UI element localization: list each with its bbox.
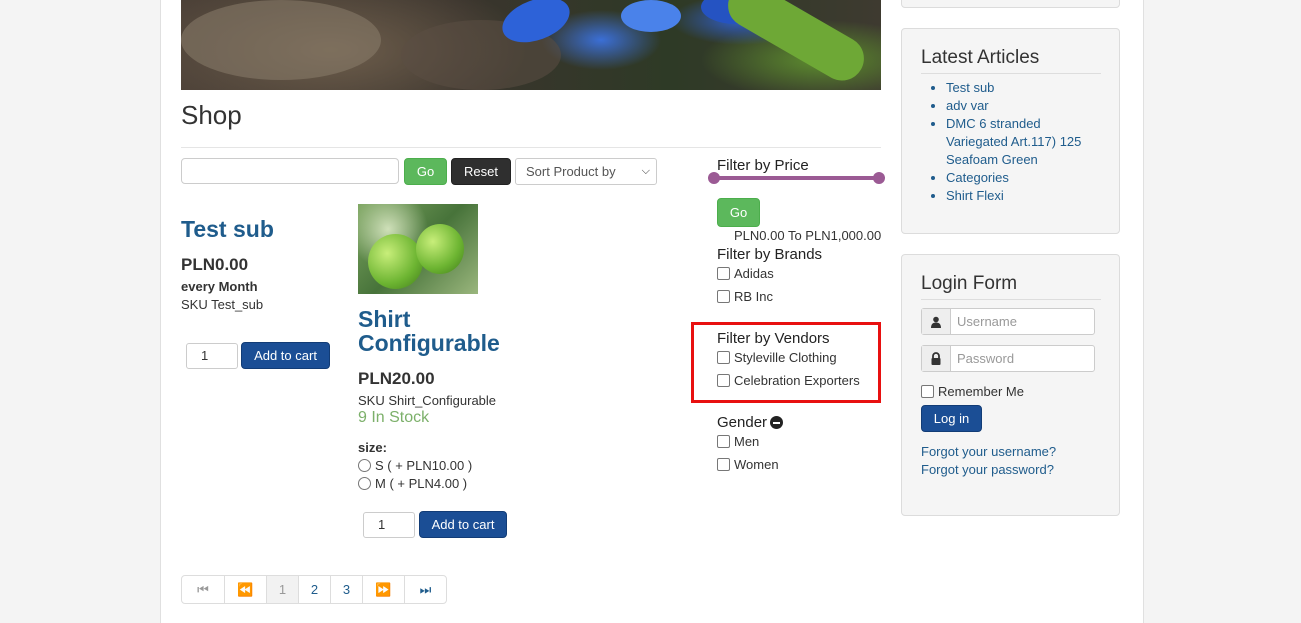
last-page-icon[interactable]: ⏭ [404, 576, 446, 603]
search-go-button[interactable]: Go [404, 158, 447, 185]
page-link-2[interactable]: 2 [298, 576, 330, 603]
forgot-password-link[interactable]: Forgot your password? [921, 462, 1054, 477]
price-range-slider[interactable] [708, 172, 885, 184]
remember-me[interactable]: Remember Me [921, 384, 1024, 399]
checkbox[interactable] [717, 351, 730, 364]
brand-filter-adidas[interactable]: Adidas [717, 266, 774, 281]
article-link[interactable]: Categories [946, 169, 1106, 187]
product-title[interactable]: Test sub [181, 217, 274, 241]
reset-button[interactable]: Reset [451, 158, 511, 185]
quantity-input[interactable]: 1 [186, 343, 238, 369]
size-option-s[interactable]: S ( + PLN10.00 ) [358, 458, 472, 473]
gender-heading-text: Gender [717, 414, 768, 431]
minus-circle-icon[interactable] [770, 416, 784, 429]
latest-articles-module: Latest Articles Test sub adv var DMC 6 s… [901, 28, 1120, 234]
gender-filter-men[interactable]: Men [717, 434, 759, 449]
subscription-interval: every Month [181, 279, 258, 294]
gender-label: Women [734, 457, 779, 472]
login-form-module: Login Form Username Password Remember Me… [901, 254, 1120, 516]
username-field[interactable]: Username [921, 308, 1095, 335]
product-sku: SKU Test_sub [181, 297, 264, 312]
option-text: S ( + PLN10.00 ) [375, 458, 473, 473]
filter-brands-heading: Filter by Brands [717, 246, 823, 263]
product-image[interactable] [358, 204, 478, 294]
filter-gender-heading: Gender [717, 414, 784, 431]
option-text: M ( + PLN4.00 ) [375, 476, 468, 491]
page-link-1[interactable]: 1 [266, 576, 298, 603]
add-to-cart-button[interactable]: Add to cart [241, 342, 330, 369]
user-icon [922, 309, 951, 334]
checkbox[interactable] [717, 374, 730, 387]
divider [181, 147, 881, 148]
sort-select[interactable]: Sort Product by ⌵ [515, 158, 657, 185]
next-page-icon[interactable]: ⏩ [362, 576, 404, 603]
password-placeholder: Password [957, 351, 1015, 366]
brand-label: RB Inc [734, 289, 774, 304]
filter-vendors-heading: Filter by Vendors [717, 330, 830, 347]
chevron-down-icon: ⌵ [641, 165, 650, 177]
gender-label: Men [734, 434, 760, 449]
vendor-filter-styleville[interactable]: Styleville Clothing [717, 350, 837, 365]
previous-page-icon[interactable]: ⏪ [224, 576, 266, 603]
divider [921, 73, 1101, 74]
checkbox[interactable] [921, 385, 934, 398]
gender-filter-women[interactable]: Women [717, 457, 779, 472]
header-banner-image [181, 0, 881, 90]
product-price: PLN20.00 [358, 369, 435, 388]
quantity-input[interactable]: 1 [363, 512, 415, 538]
lock-icon [922, 346, 951, 371]
module-title: Login Form [921, 273, 1018, 294]
forgot-username-link[interactable]: Forgot your username? [921, 444, 1056, 459]
username-placeholder: Username [957, 314, 1017, 329]
first-page-icon[interactable]: ⏮ [182, 576, 224, 603]
brand-filter-rb-inc[interactable]: RB Inc [717, 289, 773, 304]
size-option-m[interactable]: M ( + PLN4.00 ) [358, 476, 467, 491]
filter-price-heading: Filter by Price [717, 157, 809, 174]
radio-button[interactable] [358, 459, 371, 472]
article-link[interactable]: Test sub [946, 79, 1106, 97]
stock-status: 9 In Stock [358, 409, 430, 426]
page-title: Shop [181, 100, 242, 130]
checkbox[interactable] [717, 290, 730, 303]
pagination: ⏮ ⏪ 1 2 3 ⏩ ⏭ [181, 575, 447, 604]
vendor-filter-celebration[interactable]: Celebration Exporters [717, 373, 860, 388]
sidebar-module [901, 0, 1120, 8]
page-link-3[interactable]: 3 [330, 576, 362, 603]
article-link[interactable]: adv var [946, 97, 1106, 115]
radio-button[interactable] [358, 477, 371, 490]
login-button[interactable]: Log in [921, 405, 982, 432]
product-title[interactable]: Shirt Configurable [358, 307, 518, 355]
price-range-text: PLN0.00 To PLN1,000.00 [734, 228, 882, 243]
vendor-label: Styleville Clothing [734, 350, 837, 365]
search-input[interactable] [181, 158, 399, 184]
brand-label: Adidas [734, 266, 774, 281]
slider-min-handle[interactable] [708, 172, 720, 184]
module-title: Latest Articles [921, 47, 1040, 68]
product-sku: SKU Shirt_Configurable [358, 393, 497, 408]
price-filter-go-button[interactable]: Go [717, 198, 760, 227]
option-label: size: [358, 440, 387, 455]
add-to-cart-button[interactable]: Add to cart [419, 511, 507, 538]
article-link[interactable]: DMC 6 stranded Variegated Art.117) 125 S… [946, 115, 1106, 169]
article-list: Test sub adv var DMC 6 stranded Variegat… [927, 79, 1106, 205]
slider-max-handle[interactable] [873, 172, 885, 184]
checkbox[interactable] [717, 435, 730, 448]
remember-label: Remember Me [938, 384, 1024, 399]
divider [921, 299, 1101, 300]
product-price: PLN0.00 [181, 255, 249, 274]
vendor-label: Celebration Exporters [734, 373, 860, 388]
checkbox[interactable] [717, 458, 730, 471]
checkbox[interactable] [717, 267, 730, 280]
sort-select-value: Sort Product by [526, 164, 616, 179]
password-field[interactable]: Password [921, 345, 1095, 372]
article-link[interactable]: Shirt Flexi [946, 187, 1106, 205]
